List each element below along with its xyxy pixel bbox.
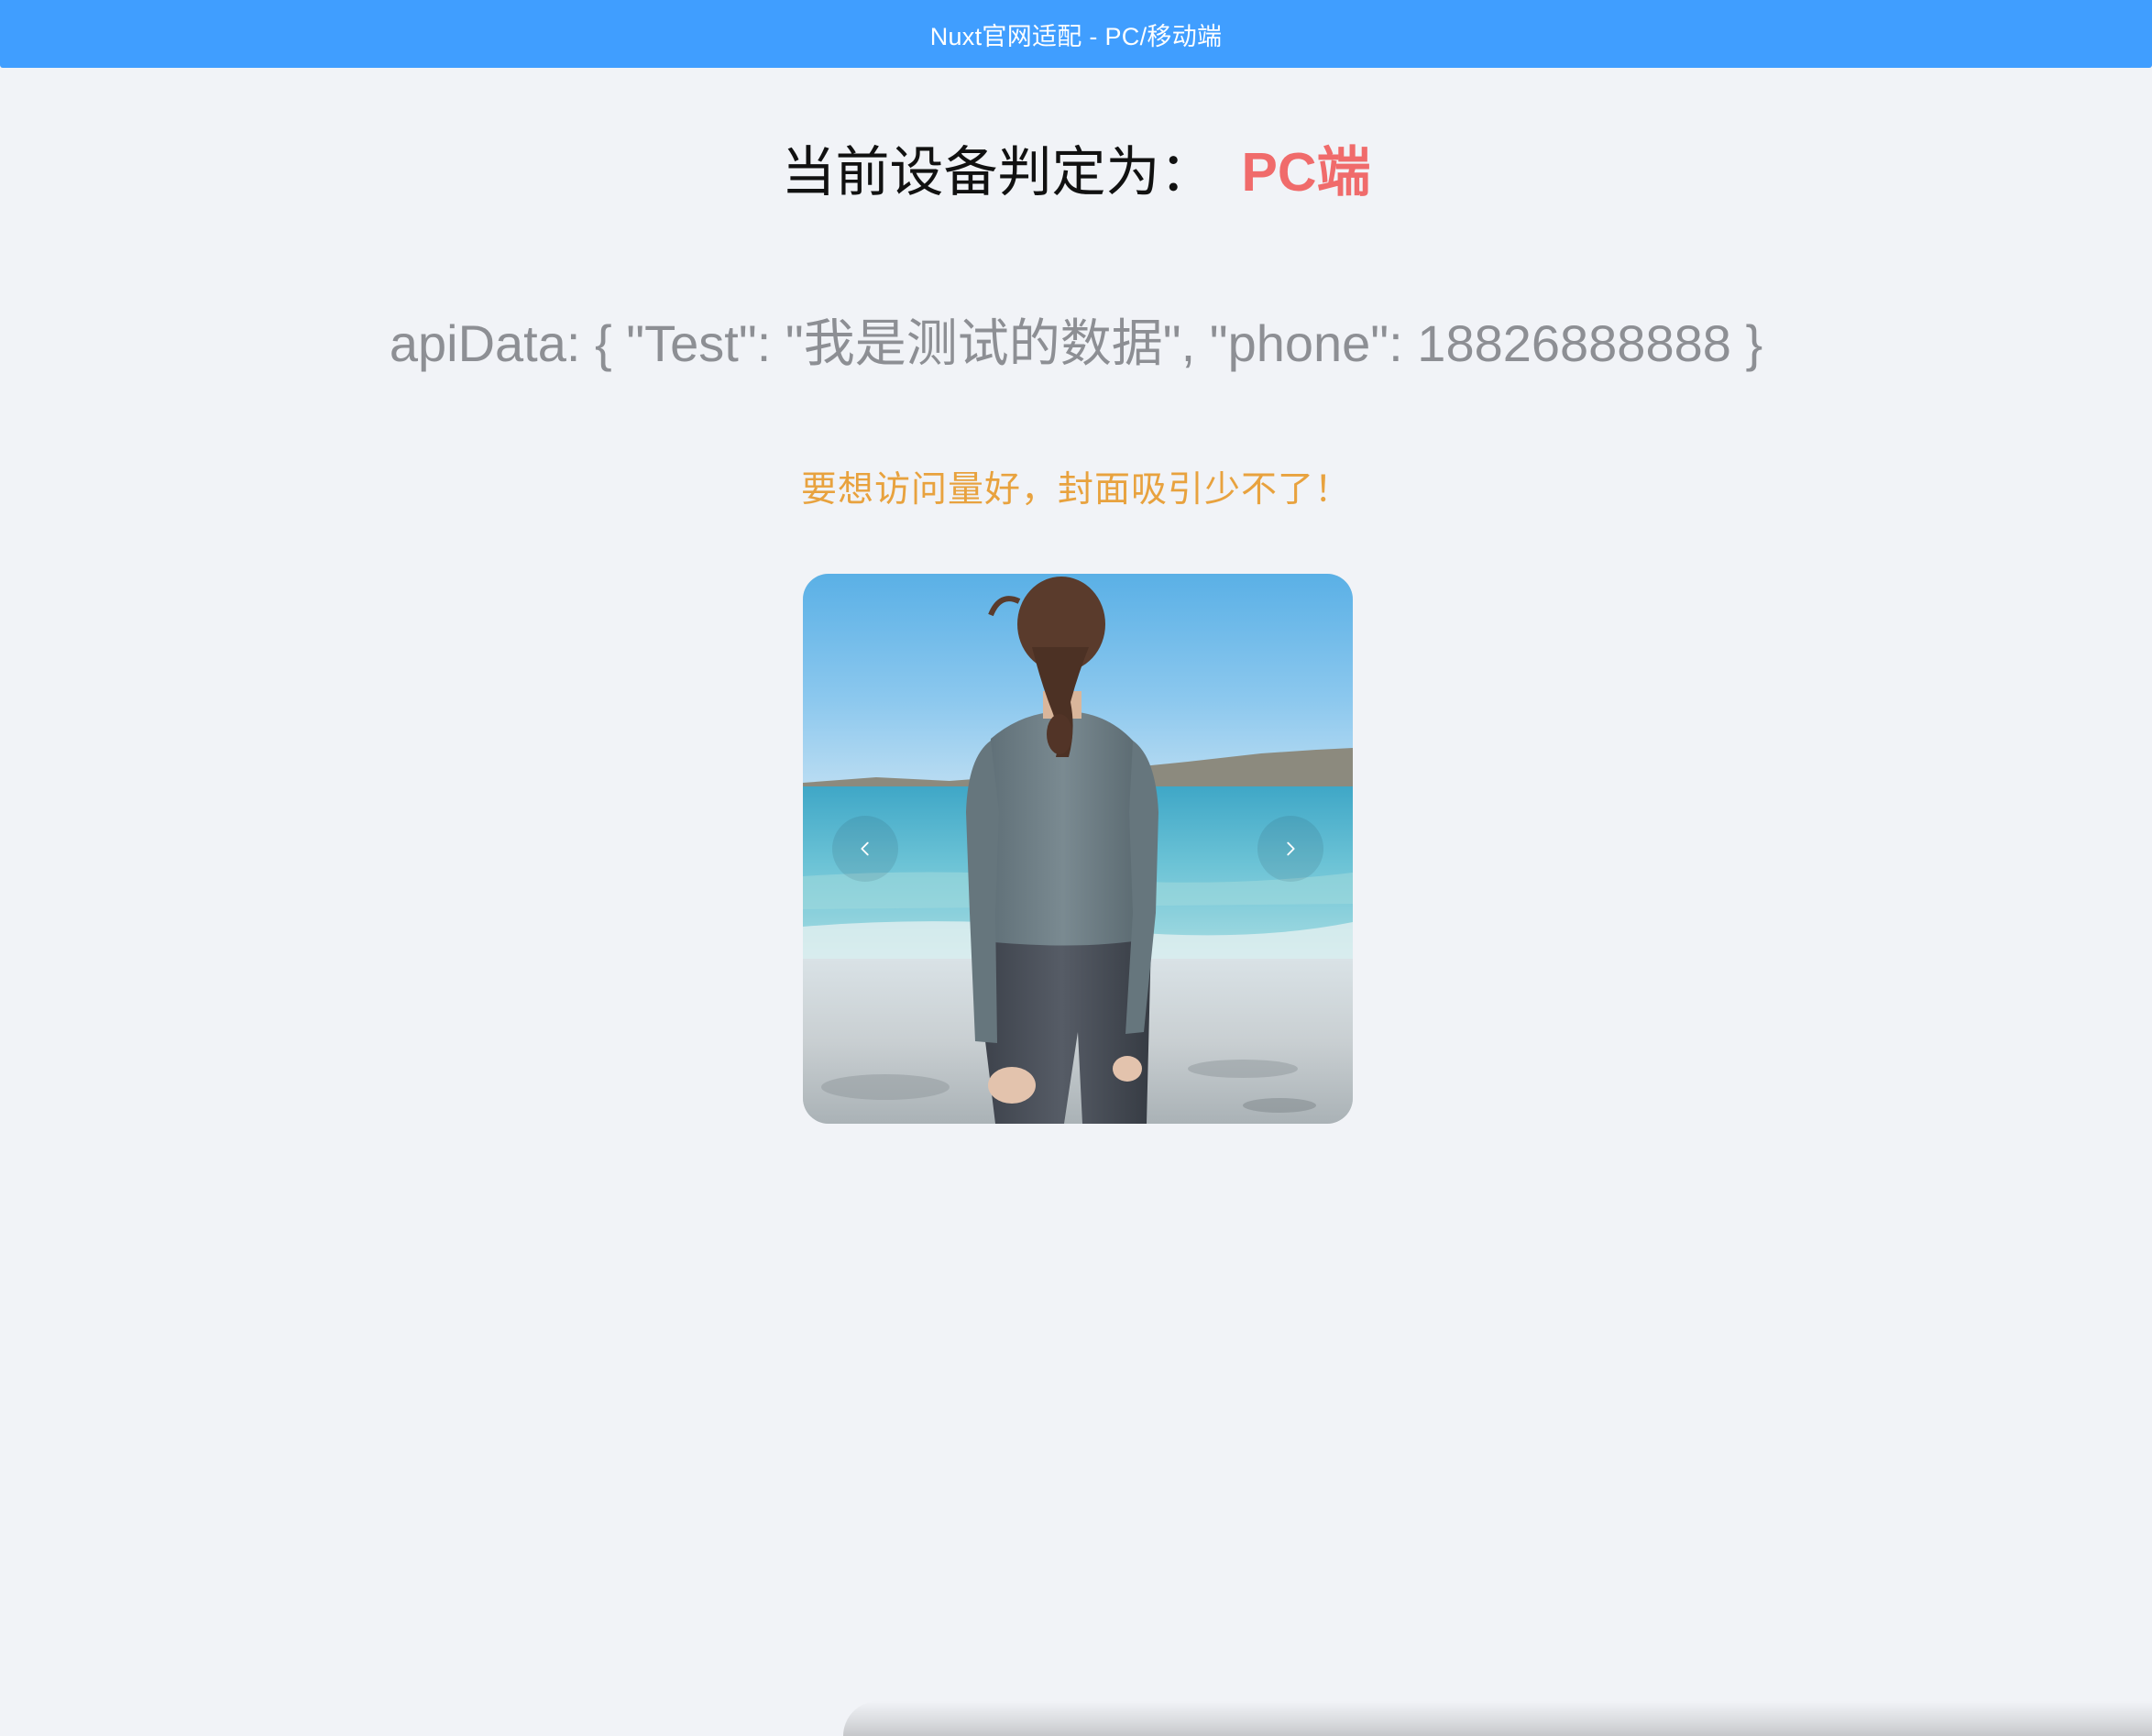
carousel-prev-button[interactable] — [832, 816, 898, 882]
device-value: PC端 — [1241, 142, 1371, 203]
api-data-text: apiData: { "Test": "我是测试的数据", "phone": 1… — [389, 314, 1763, 372]
carousel-next-button[interactable] — [1257, 816, 1323, 882]
bottom-shadow — [843, 1701, 2152, 1736]
chevron-right-icon — [1287, 841, 1295, 856]
top-header-bar: Nuxt官网适配 - PC/移动端 — [0, 0, 2152, 68]
device-label: 当前设备判定为： — [781, 142, 1214, 203]
chevron-left-icon — [861, 841, 869, 856]
slogan-text: 要想访问量好，封面吸引少不了！ — [800, 470, 1351, 510]
device-detection-line: 当前设备判定为： PC端 — [0, 136, 2152, 209]
header-title: Nuxt官网适配 - PC/移动端 — [929, 22, 1223, 50]
page: Nuxt官网适配 - PC/移动端 当前设备判定为： PC端 apiData: {… — [0, 0, 2152, 1736]
image-carousel[interactable] — [803, 574, 1353, 1124]
